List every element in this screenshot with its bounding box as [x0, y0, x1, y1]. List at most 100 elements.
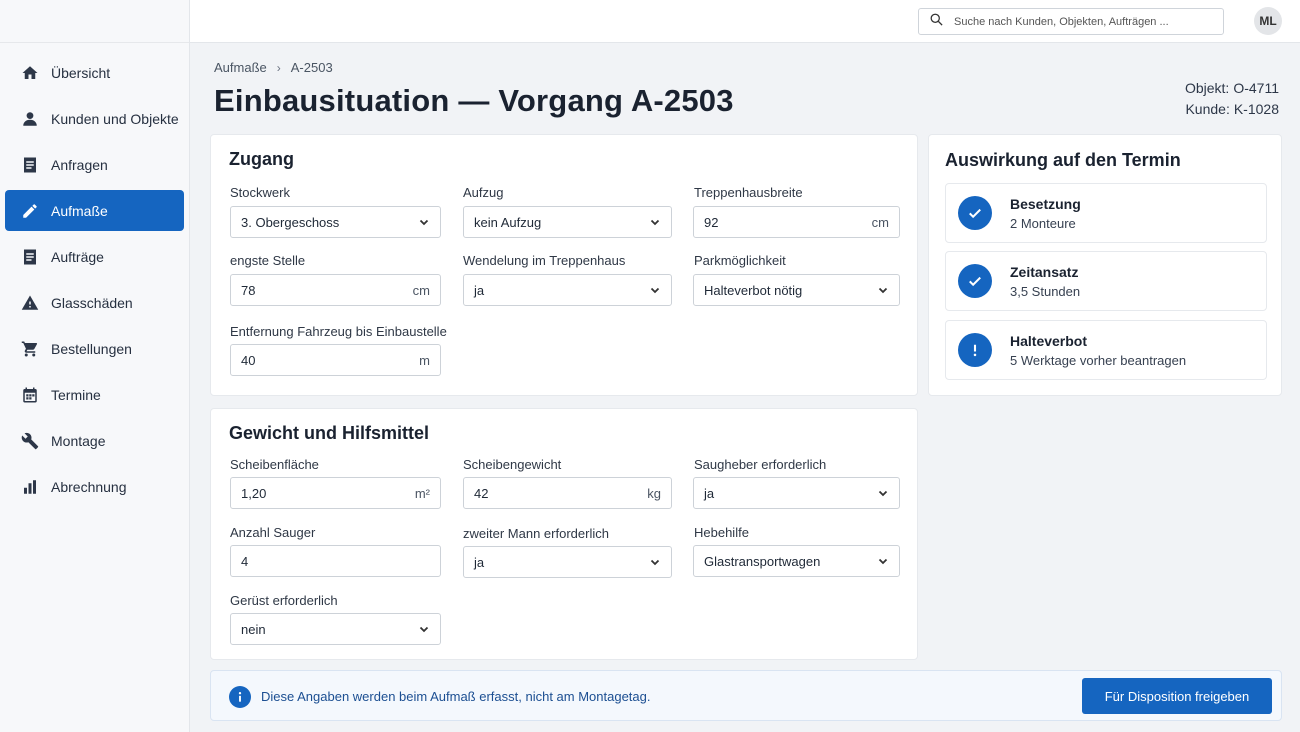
unit-label: kg — [647, 485, 661, 501]
scheibengewicht-input[interactable]: 42 kg — [463, 477, 672, 509]
saugheber-label: Saugheber erforderlich — [694, 457, 827, 472]
breadcrumb-link-aufmasse[interactable]: Aufmaße — [214, 60, 267, 75]
objekt-reference: Objekt: O-4711 — [1184, 80, 1279, 96]
kunde-reference: Kunde: K-1028 — [1185, 101, 1279, 117]
sidebar-item-label: Montage — [51, 432, 106, 449]
user-avatar[interactable]: ML — [1254, 7, 1282, 35]
check-icon — [958, 196, 992, 230]
parkmoeglichkeit-select[interactable]: Halteverbot nötig — [693, 274, 900, 306]
exclamation-icon — [958, 333, 992, 367]
sidebar: Übersicht Kunden und Objekte Anfragen Au… — [0, 0, 190, 732]
search-input[interactable] — [954, 15, 1214, 28]
sidebar-nav: Übersicht Kunden und Objekte Anfragen Au… — [0, 43, 189, 507]
unit-label: cm — [871, 214, 889, 230]
person-icon — [20, 109, 40, 129]
unit-label: m — [419, 352, 430, 368]
sidebar-item-label: Glasschäden — [51, 294, 133, 311]
geruest-label: Gerüst erforderlich — [230, 593, 338, 608]
gewicht-card: Gewicht und Hilfsmittel Scheibenfläche 1… — [210, 408, 918, 660]
sidebar-item-anfragen[interactable]: Anfragen — [5, 144, 184, 185]
pencil-icon — [20, 201, 40, 221]
wendelung-label: Wendelung im Treppenhaus — [463, 253, 626, 268]
wendelung-select[interactable]: ja — [463, 274, 672, 306]
wrench-icon — [20, 431, 40, 451]
sidebar-item-abrechnung[interactable]: Abrechnung — [5, 466, 184, 507]
entfernung-input[interactable]: 40 m — [230, 344, 441, 376]
stockwerk-select[interactable]: 3. Obergeschoss — [230, 206, 441, 238]
sidebar-item-label: Termine — [51, 386, 101, 403]
info-message: Diese Angaben werden beim Aufmaß erfasst… — [261, 689, 651, 704]
chevron-down-icon — [649, 284, 661, 296]
zweiter-mann-select[interactable]: ja — [463, 546, 672, 578]
sidebar-item-glasschaeden[interactable]: Glasschäden — [5, 282, 184, 323]
check-icon — [958, 264, 992, 298]
cart-icon — [20, 339, 40, 359]
saugheber-select[interactable]: ja — [693, 477, 900, 509]
sidebar-item-montage[interactable]: Montage — [5, 420, 184, 461]
chevron-down-icon — [877, 555, 889, 567]
topbar: ML — [190, 0, 1300, 43]
sidebar-item-label: Kunden und Objekte — [51, 110, 179, 127]
zweiter-mann-label: zweiter Mann erforderlich — [463, 526, 609, 541]
info-icon — [229, 686, 251, 708]
treppenhausbreite-label: Treppenhausbreite — [694, 185, 803, 200]
global-search[interactable] — [918, 8, 1224, 35]
scheibenflaeche-label: Scheibenfläche — [230, 457, 319, 472]
home-icon — [20, 63, 40, 83]
calendar-icon — [20, 385, 40, 405]
breadcrumb-separator-icon: › — [276, 60, 281, 75]
impact-item-halteverbot: Halteverbot 5 Werktage vorher beantragen — [945, 320, 1267, 380]
sidebar-item-uebersicht[interactable]: Übersicht — [5, 52, 184, 93]
chevron-down-icon — [877, 487, 889, 499]
scheibengewicht-label: Scheibengewicht — [463, 457, 562, 472]
chevron-down-icon — [418, 623, 430, 635]
anzahl-sauger-input[interactable]: 4 — [230, 545, 441, 577]
document-icon — [20, 155, 40, 175]
zugang-card-title: Zugang — [229, 149, 294, 169]
anzahl-sauger-label: Anzahl Sauger — [230, 525, 316, 540]
page-title: Einbausituation — Vorgang A-2503 — [214, 83, 734, 118]
stockwerk-label: Stockwerk — [230, 185, 290, 200]
entfernung-label: Entfernung Fahrzeug bis Einbaustelle — [230, 324, 447, 339]
footer-bar: Diese Angaben werden beim Aufmaß erfasst… — [210, 670, 1282, 721]
sidebar-item-bestellungen[interactable]: Bestellungen — [5, 328, 184, 369]
sidebar-item-termine[interactable]: Termine — [5, 374, 184, 415]
sidebar-item-label: Anfragen — [51, 156, 108, 173]
sidebar-item-aufmasse[interactable]: Aufmaße — [5, 190, 184, 231]
engste-stelle-label: engste Stelle — [230, 253, 306, 268]
engste-stelle-input[interactable]: 78 cm — [230, 274, 441, 306]
treppenhausbreite-input[interactable]: 92 cm — [693, 206, 900, 238]
sidebar-item-label: Übersicht — [51, 64, 111, 81]
aufzug-select[interactable]: kein Aufzug — [463, 206, 672, 238]
document-icon — [20, 247, 40, 267]
sidebar-item-label: Abrechnung — [51, 478, 127, 495]
chevron-down-icon — [649, 216, 661, 228]
zugang-card: Zugang Stockwerk 3. Obergeschoss Aufzug … — [210, 134, 918, 396]
sidebar-item-label: Aufmaße — [51, 202, 108, 219]
warning-icon — [20, 293, 40, 313]
sidebar-item-kunden-und-objekte[interactable]: Kunden und Objekte — [5, 98, 184, 139]
chevron-down-icon — [649, 556, 661, 568]
geruest-select[interactable]: nein — [230, 613, 441, 645]
aufzug-label: Aufzug — [463, 185, 504, 200]
hebehilfe-label: Hebehilfe — [694, 525, 749, 540]
unit-label: m² — [414, 485, 430, 501]
unit-label: cm — [412, 282, 430, 298]
impact-item-zeitansatz: Zeitansatz 3,5 Stunden — [945, 251, 1267, 311]
sidebar-item-label: Bestellungen — [51, 340, 132, 357]
auswirkung-card: Auswirkung auf den Termin Besetzung 2 Mo… — [928, 134, 1282, 396]
parkmoeglichkeit-label: Parkmöglichkeit — [694, 253, 786, 268]
chevron-down-icon — [877, 284, 889, 296]
gewicht-card-title: Gewicht und Hilfsmittel — [229, 423, 430, 443]
breadcrumb: Aufmaße › A-2503 — [214, 60, 333, 75]
scheibenflaeche-input[interactable]: 1,20 m² — [230, 477, 441, 509]
release-for-dispatch-button[interactable]: Für Disposition freigeben — [1082, 678, 1272, 714]
record-meta: Objekt: O-4711 Kunde: K-1028 — [1185, 78, 1279, 120]
bar-chart-icon — [20, 477, 40, 497]
hebehilfe-select[interactable]: Glastransportwagen — [693, 545, 900, 577]
impact-item-besetzung: Besetzung 2 Monteure — [945, 183, 1267, 243]
auswirkung-card-title: Auswirkung auf den Termin — [945, 150, 1181, 170]
sidebar-item-auftraege[interactable]: Aufträge — [5, 236, 184, 277]
sidebar-header — [0, 0, 189, 43]
sidebar-item-label: Aufträge — [51, 248, 104, 265]
